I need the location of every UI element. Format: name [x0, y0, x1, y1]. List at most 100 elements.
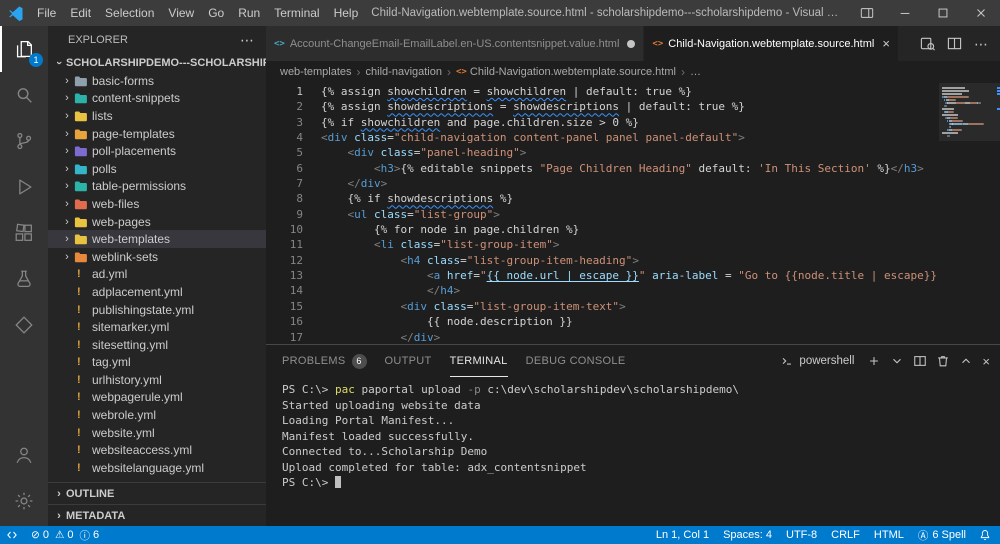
- more-actions-icon[interactable]: ⋯: [240, 32, 254, 49]
- explorer-button[interactable]: 1: [0, 26, 48, 72]
- panel-tab-terminal[interactable]: TERMINAL: [450, 345, 508, 377]
- folder-content-snippets[interactable]: ›content-snippets: [48, 90, 266, 108]
- terminal-line: PS C:\>: [282, 475, 1000, 491]
- folder-web-pages[interactable]: ›web-pages: [48, 213, 266, 231]
- status-encoding[interactable]: UTF-8: [779, 526, 824, 544]
- terminal-line: Loading Portal Manifest...: [282, 413, 1000, 429]
- kill-terminal-icon[interactable]: [936, 354, 950, 368]
- file-website.yml[interactable]: !website.yml: [48, 424, 266, 442]
- split-editor-icon[interactable]: [947, 36, 962, 51]
- terminal-line: Upload completed for table: adx_contents…: [282, 460, 1000, 476]
- file-urlhistory.yml[interactable]: !urlhistory.yml: [48, 371, 266, 389]
- folder-page-templates[interactable]: ›page-templates: [48, 125, 266, 143]
- file-sitemarker.yml[interactable]: !sitemarker.yml: [48, 318, 266, 336]
- close-window-button[interactable]: [962, 0, 1000, 26]
- file-ad.yml[interactable]: !ad.yml: [48, 266, 266, 284]
- file-publishingstate.yml[interactable]: !publishingstate.yml: [48, 301, 266, 319]
- split-terminal-icon[interactable]: [913, 354, 927, 368]
- close-panel-icon[interactable]: ×: [982, 355, 990, 368]
- breadcrumb-label: Child-Navigation.webtemplate.source.html: [470, 66, 676, 78]
- layout-toggle-icon[interactable]: [848, 0, 886, 26]
- run-and-debug-button[interactable]: [0, 164, 48, 210]
- code-line: 8 {% if showdescriptions %}: [266, 191, 939, 206]
- remote-indicator[interactable]: [0, 526, 24, 544]
- folder-basic-forms[interactable]: ›basic-forms: [48, 72, 266, 90]
- yaml-icon: !: [74, 339, 92, 351]
- extensions-button[interactable]: [0, 210, 48, 256]
- minimize-button[interactable]: [886, 0, 924, 26]
- maximize-panel-icon[interactable]: [959, 354, 973, 368]
- terminal[interactable]: PS C:\> pac paportal upload -p c:\dev\sc…: [266, 377, 1000, 526]
- power-platform-button[interactable]: [0, 302, 48, 348]
- twistie-icon: ›: [60, 251, 74, 263]
- file-webpagerule.yml[interactable]: !webpagerule.yml: [48, 389, 266, 407]
- more-actions-icon[interactable]: ⋯: [974, 37, 988, 51]
- terminal-line: Started uploading website data: [282, 398, 1000, 414]
- panel-tab-debug-console[interactable]: DEBUG CONSOLE: [526, 345, 626, 377]
- panel-tab-problems[interactable]: PROBLEMS6: [282, 345, 367, 377]
- source-control-button[interactable]: [0, 118, 48, 164]
- file-websiteaccess.yml[interactable]: !websiteaccess.yml: [48, 441, 266, 459]
- status-language-mode[interactable]: HTML: [867, 526, 911, 544]
- status-label: UTF-8: [786, 529, 817, 541]
- menu-terminal[interactable]: Terminal: [267, 0, 326, 26]
- accounts-button[interactable]: [0, 432, 48, 478]
- yaml-icon: !: [74, 391, 92, 403]
- folder-web-files[interactable]: ›web-files: [48, 195, 266, 213]
- terminal-profile[interactable]: powershell: [780, 354, 854, 368]
- yaml-icon: !: [74, 462, 92, 474]
- status-indentation[interactable]: Spaces: 4: [716, 526, 779, 544]
- menu-edit[interactable]: Edit: [63, 0, 98, 26]
- file-sitesetting.yml[interactable]: !sitesetting.yml: [48, 336, 266, 354]
- file-webrole.yml[interactable]: !webrole.yml: [48, 406, 266, 424]
- breadcrumb-item[interactable]: …: [690, 66, 701, 78]
- section-outline[interactable]: ›OUTLINE: [48, 482, 266, 504]
- status-eol[interactable]: CRLF: [824, 526, 867, 544]
- folder-lists[interactable]: ›lists: [48, 107, 266, 125]
- tab-account-changeemail-emaillabel-en-us-con[interactable]: <>Account-ChangeEmail-EmailLabel.en-US.c…: [266, 26, 644, 61]
- line-number: 6: [266, 161, 303, 176]
- file-websitelanguage.yml[interactable]: !websitelanguage.yml: [48, 459, 266, 477]
- maximize-button[interactable]: [924, 0, 962, 26]
- new-terminal-button[interactable]: [867, 354, 881, 368]
- menu-view[interactable]: View: [161, 0, 201, 26]
- menu-go[interactable]: Go: [201, 0, 231, 26]
- notifications-bell-icon[interactable]: [973, 526, 1000, 544]
- breadcrumb-item[interactable]: <> Child-Navigation.webtemplate.source.h…: [456, 66, 676, 78]
- yaml-icon: !: [74, 374, 92, 386]
- menu-help[interactable]: Help: [327, 0, 366, 26]
- menu-selection[interactable]: Selection: [98, 0, 161, 26]
- line-number: 8: [266, 191, 303, 206]
- folder-web-templates[interactable]: ›web-templates: [48, 230, 266, 248]
- editor[interactable]: 1{% assign showchildren = showchildren |…: [266, 83, 1000, 344]
- account-icon: [13, 444, 35, 466]
- tree-root-folder[interactable]: › SCHOLARSHIPDEMO---SCHOLARSHIPDEMO: [48, 54, 266, 72]
- file-adplacement.yml[interactable]: !adplacement.yml: [48, 283, 266, 301]
- tab-child-navigation-webtemplate-source-html[interactable]: <>Child-Navigation.webtemplate.source.ht…: [644, 26, 898, 61]
- breadcrumb-item[interactable]: child-navigation: [366, 66, 442, 78]
- menu-file[interactable]: File: [30, 0, 63, 26]
- panel-tab-output[interactable]: OUTPUT: [385, 345, 432, 377]
- file-tag.yml[interactable]: !tag.yml: [48, 354, 266, 372]
- status-cursor-position[interactable]: Ln 1, Col 1: [649, 526, 716, 544]
- status-spell-checker[interactable]: Ⓐ6 Spell: [911, 526, 973, 544]
- launch-profile-chevron-icon[interactable]: [890, 354, 904, 368]
- folder-poll-placements[interactable]: ›poll-placements: [48, 142, 266, 160]
- status-problems[interactable]: ⊘ 0 ⚠ 0 ⓘ 6: [24, 526, 109, 544]
- folder-polls[interactable]: ›polls: [48, 160, 266, 178]
- editor-tab-bar: <>Account-ChangeEmail-EmailLabel.en-US.c…: [266, 26, 1000, 61]
- folder-weblink-sets[interactable]: ›weblink-sets: [48, 248, 266, 266]
- folder-icon: [74, 163, 92, 175]
- folder-table-permissions[interactable]: ›table-permissions: [48, 178, 266, 196]
- yaml-icon: !: [74, 304, 92, 316]
- manage-button[interactable]: [0, 478, 48, 524]
- close-tab-icon[interactable]: ×: [882, 36, 890, 51]
- testing-button[interactable]: [0, 256, 48, 302]
- minimap[interactable]: [939, 83, 1000, 344]
- section-metadata[interactable]: ›METADATA: [48, 504, 266, 526]
- breadcrumb-item[interactable]: web-templates: [280, 66, 352, 78]
- search-button[interactable]: [0, 72, 48, 118]
- open-preview-icon[interactable]: [920, 36, 935, 51]
- status-bar: ⊘ 0 ⚠ 0 ⓘ 6 Ln 1, Col 1Spaces: 4 UTF-8 CRL…: [0, 526, 1000, 544]
- menu-run[interactable]: Run: [231, 0, 267, 26]
